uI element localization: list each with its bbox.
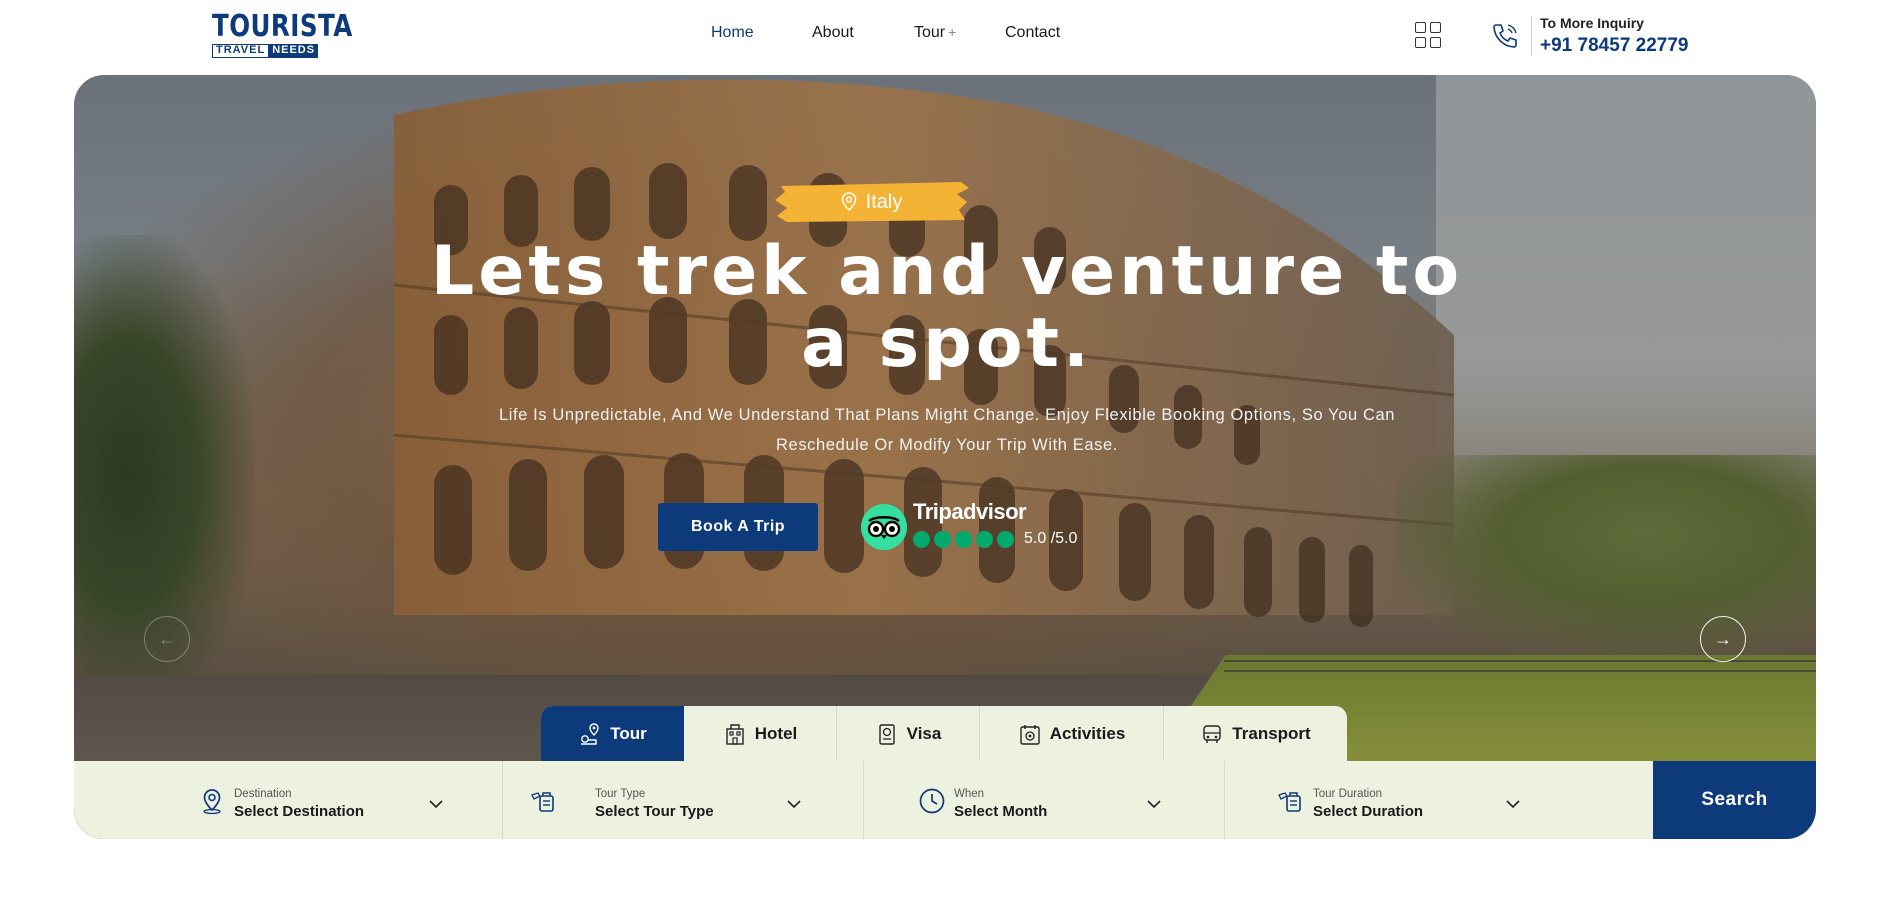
- activities-icon: [1020, 724, 1040, 745]
- rating-dot: [955, 531, 972, 548]
- field-value: Select Duration: [1313, 803, 1424, 820]
- slider-prev-button[interactable]: ←: [144, 616, 190, 662]
- duration-select[interactable]: Tour Duration Select Duration: [1225, 761, 1585, 839]
- nav-item-home[interactable]: Home: [711, 24, 754, 42]
- rating-score: 5.0 /5.0: [1024, 530, 1078, 547]
- rating-dot: [934, 531, 951, 548]
- month-select[interactable]: When Select Month: [864, 761, 1224, 839]
- arrow-left-icon: ←: [158, 628, 176, 649]
- hotel-icon: [726, 723, 744, 745]
- logo-wordmark: TOURISTA: [212, 9, 353, 44]
- grid-menu-icon[interactable]: [1415, 22, 1443, 50]
- chevron-down-icon: [1147, 800, 1161, 809]
- inquiry-phone-link[interactable]: +91 78457 22779: [1540, 35, 1688, 57]
- tab-activities[interactable]: Activities: [980, 706, 1164, 761]
- nav-item-about[interactable]: About: [812, 24, 854, 42]
- site-header: TOURISTA TRAVEL NEEDS Home About Tour + C…: [0, 0, 1893, 75]
- tab-transport[interactable]: Transport: [1164, 706, 1347, 761]
- location-badge-content: Italy: [773, 180, 969, 224]
- chevron-down-icon: [787, 800, 801, 809]
- logo-tagline-travel: TRAVEL: [212, 44, 270, 58]
- field-label: Destination: [234, 788, 292, 800]
- inquiry-divider: [1531, 16, 1532, 56]
- arrow-right-icon: →: [1714, 628, 1732, 649]
- chevron-down-icon: [429, 800, 443, 809]
- transport-icon: [1203, 724, 1221, 743]
- field-label: Tour Type: [595, 788, 646, 800]
- tab-label: Hotel: [754, 723, 798, 743]
- phone-icon: [1493, 24, 1517, 48]
- tab-hotel[interactable]: Hotel: [684, 706, 837, 761]
- nav-item-contact[interactable]: Contact: [1005, 24, 1060, 42]
- nav-item-tour-label: Tour: [914, 24, 946, 41]
- field-label: When: [954, 788, 985, 800]
- tab-label: Visa: [906, 723, 942, 743]
- rating-dots: [913, 531, 1014, 548]
- nav-item-tour[interactable]: Tour +: [914, 24, 956, 42]
- tripadvisor-logo-icon[interactable]: [861, 504, 907, 550]
- tab-tour[interactable]: Tour: [541, 706, 684, 761]
- rating-dot: [997, 531, 1014, 548]
- map-pin-icon: [203, 789, 221, 815]
- tour-type-select[interactable]: Tour Type Select Tour Type: [503, 761, 863, 839]
- book-trip-button[interactable]: Book A Trip: [658, 503, 818, 551]
- tab-label: Tour: [610, 723, 647, 743]
- tab-label: Transport: [1232, 723, 1311, 743]
- logo[interactable]: TOURISTA TRAVEL NEEDS: [212, 9, 353, 58]
- search-bar: Destination Select Destination Tour Type…: [74, 761, 1816, 839]
- logo-tagline-needs: NEEDS: [269, 44, 319, 58]
- tour-icon: [581, 722, 599, 745]
- slider-next-button[interactable]: →: [1700, 616, 1746, 662]
- hero-subtitle-line2: Reschedule Or Modify Your Trip With Ease…: [776, 436, 1118, 454]
- tour-type-icon: [531, 792, 554, 812]
- chevron-down-icon: [1506, 800, 1520, 809]
- rating-dot: [913, 531, 930, 548]
- tripadvisor-name: Tripadvisor: [913, 499, 1027, 524]
- field-label: Tour Duration: [1313, 788, 1383, 800]
- field-value: Select Month: [954, 803, 1048, 820]
- field-value: Select Destination: [234, 803, 365, 820]
- service-tabs: Tour Hotel Visa Activities Transport: [541, 706, 1347, 761]
- logo-tagline: TRAVEL NEEDS: [212, 44, 342, 58]
- rating-dot: [976, 531, 993, 548]
- clock-icon: [919, 788, 945, 814]
- hero-title-line2: a spot.: [801, 304, 1093, 383]
- plus-icon: +: [948, 24, 957, 40]
- duration-icon: [1278, 792, 1301, 812]
- location-name: Italy: [865, 190, 903, 213]
- location-badge: Italy: [773, 180, 969, 224]
- destination-select[interactable]: Destination Select Destination: [74, 761, 502, 839]
- tab-visa[interactable]: Visa: [837, 706, 980, 761]
- location-pin-icon: [841, 192, 856, 212]
- field-value: Select Tour Type: [595, 803, 714, 820]
- hero-subtitle: Life Is Unpredictable, And We Understand…: [440, 400, 1454, 460]
- hero-title-line1: Lets trek and venture to: [430, 232, 1464, 311]
- hero-subtitle-line1: Life Is Unpredictable, And We Understand…: [498, 406, 1396, 424]
- visa-icon: [878, 723, 895, 745]
- search-button[interactable]: Search: [1653, 761, 1816, 839]
- tab-label: Activities: [1049, 723, 1126, 743]
- inquiry-label: To More Inquiry: [1540, 15, 1644, 31]
- hero-title: Lets trek and venture to a spot.: [400, 236, 1494, 380]
